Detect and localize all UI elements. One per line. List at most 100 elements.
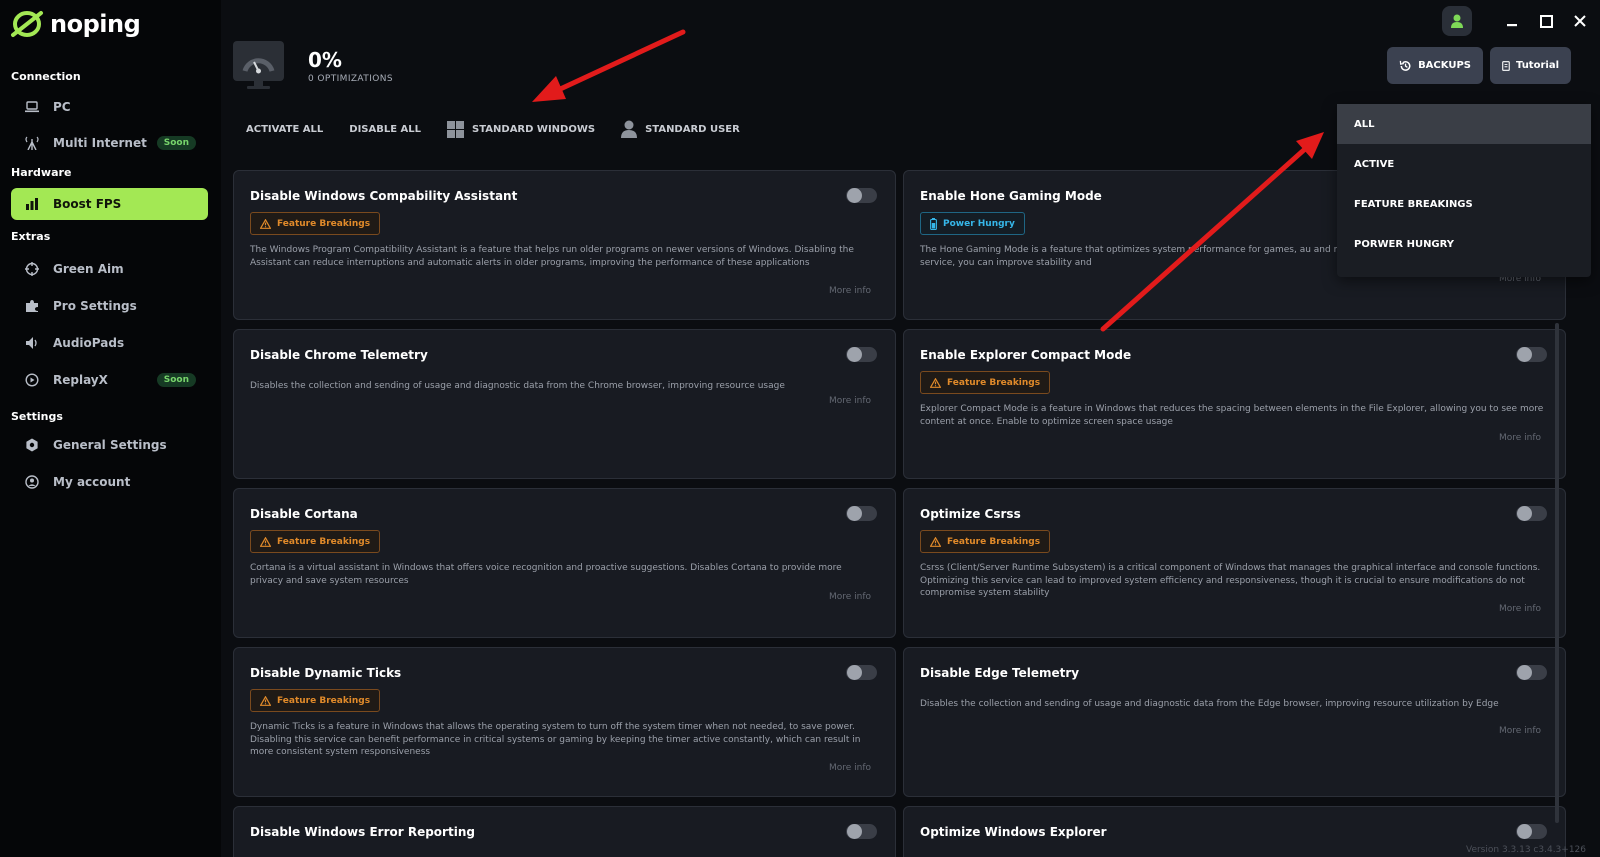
close-button[interactable] <box>1566 7 1594 35</box>
tutorial-label: Tutorial <box>1515 60 1559 71</box>
sidebar-item-pc[interactable]: PC <box>11 91 208 123</box>
dropdown-option-all[interactable]: ALL <box>1337 104 1591 144</box>
tweak-card: Disable Windows Error Reporting <box>233 806 896 857</box>
card-title: Disable Cortana <box>250 507 358 521</box>
badge-label: Feature Breakings <box>947 536 1041 547</box>
maximize-button[interactable] <box>1532 7 1560 35</box>
badge-label: Feature Breakings <box>277 695 371 706</box>
dropdown-option-feature-breakings[interactable]: FEATURE BREAKINGS <box>1337 184 1591 224</box>
card-title: Optimize Csrss <box>920 507 1021 521</box>
minimize-button[interactable] <box>1498 7 1526 35</box>
tweak-toggle[interactable] <box>846 824 877 839</box>
card-title: Enable Explorer Compact Mode <box>920 348 1132 362</box>
tweak-card: Disable Cortana Feature Breakings Cortan… <box>233 488 896 638</box>
gear-icon <box>25 438 39 452</box>
document-icon <box>1502 60 1510 71</box>
activate-all-button[interactable]: ACTIVATE ALL <box>246 124 323 135</box>
tweak-toggle[interactable] <box>1516 824 1547 839</box>
windows-icon <box>447 120 465 138</box>
more-info-link[interactable]: More info <box>1499 726 1541 736</box>
tutorial-button[interactable]: Tutorial <box>1490 47 1571 84</box>
card-description: The Windows Program Compatibility Assist… <box>250 245 854 268</box>
sidebar-item-label: ReplayX <box>53 373 108 387</box>
sidebar-item-audiopads[interactable]: AudioPads <box>11 327 208 359</box>
disable-all-button[interactable]: DISABLE ALL <box>349 124 421 135</box>
tweak-toggle[interactable] <box>1516 665 1547 680</box>
standard-user-button[interactable]: STANDARD USER <box>621 120 740 138</box>
sidebar-item-my-account[interactable]: My account <box>11 466 208 498</box>
sidebar-item-general-settings[interactable]: General Settings <box>11 429 208 461</box>
toggle-knob <box>847 506 862 521</box>
scrollbar[interactable] <box>1555 323 1559 823</box>
sidebar-item-replayx[interactable]: ReplayX Soon <box>11 364 208 396</box>
card-title: Disable Chrome Telemetry <box>250 348 428 362</box>
power-hungry-badge: Power Hungry <box>920 212 1025 235</box>
card-title: Disable Windows Error Reporting <box>250 825 475 839</box>
more-info-link[interactable]: More info <box>829 592 871 602</box>
sidebar-item-multi-internet[interactable]: Multi Internet Soon <box>11 127 208 159</box>
sidebar-item-label: Pro Settings <box>53 299 137 313</box>
tweak-card: Disable Dynamic Ticks Feature Breakings … <box>233 647 896 797</box>
card-description: Explorer Compact Mode is a feature in Wi… <box>920 404 1544 427</box>
card-title: Optimize Windows Explorer <box>920 825 1107 839</box>
tweak-card: Enable Explorer Compact Mode Feature Bre… <box>903 329 1566 479</box>
sidebar-item-boost-fps[interactable]: Boost FPS <box>11 188 208 220</box>
section-hardware: Hardware <box>11 166 72 179</box>
tweak-toggle[interactable] <box>846 665 877 680</box>
toggle-knob <box>847 188 862 203</box>
tweak-toggle[interactable] <box>1516 506 1547 521</box>
user-icon <box>621 120 638 138</box>
version-label: Version 3.3.13 c3.4.3+126 <box>1465 845 1586 855</box>
card-title: Disable Windows Compability Assistant <box>250 189 518 203</box>
dropdown-option-active[interactable]: ACTIVE <box>1337 144 1591 184</box>
toggle-knob <box>1517 824 1532 839</box>
sidebar-item-label: My account <box>53 475 131 489</box>
tweak-card: Disable Windows Compability Assistant Fe… <box>233 170 896 320</box>
card-description: Disables the collection and sending of u… <box>920 699 1499 709</box>
tweak-toggle[interactable] <box>846 188 877 203</box>
antenna-icon <box>25 136 39 150</box>
warning-icon <box>260 536 271 547</box>
laptop-icon <box>25 100 39 114</box>
sidebar-item-label: General Settings <box>53 438 167 452</box>
section-connection: Connection <box>11 70 81 83</box>
toggle-knob <box>1517 665 1532 680</box>
card-description: Cortana is a virtual assistant in Window… <box>250 563 842 586</box>
dropdown-option-power-hungry[interactable]: PORWER HUNGRY <box>1337 224 1591 264</box>
account-avatar[interactable] <box>1442 6 1472 36</box>
standard-windows-button[interactable]: STANDARD WINDOWS <box>447 120 595 138</box>
user-icon <box>1451 14 1463 28</box>
more-info-link[interactable]: More info <box>829 286 871 296</box>
battery-icon <box>930 217 937 230</box>
feature-breakings-badge: Feature Breakings <box>250 212 381 235</box>
monitor-gauge-icon <box>233 41 284 89</box>
logo: noping <box>10 8 141 40</box>
app-window: noping Connection PC Multi Internet Soon… <box>0 0 1600 857</box>
optimization-count: 0 OPTIMIZATIONS <box>308 74 393 84</box>
activate-all-label: ACTIVATE ALL <box>246 123 324 135</box>
optimization-percent: 0% <box>308 48 342 72</box>
sidebar-item-pro-settings[interactable]: Pro Settings <box>11 290 208 322</box>
toggle-knob <box>847 665 862 680</box>
more-info-link[interactable]: More info <box>1499 433 1541 443</box>
feature-breakings-badge: Feature Breakings <box>250 689 381 712</box>
more-info-link[interactable]: More info <box>1499 604 1541 614</box>
history-icon <box>1399 60 1411 71</box>
warning-icon <box>260 695 271 706</box>
toggle-knob <box>847 824 862 839</box>
speaker-icon <box>25 336 39 350</box>
more-info-link[interactable]: More info <box>829 763 871 773</box>
tweak-toggle[interactable] <box>846 347 877 362</box>
sidebar-item-label: Multi Internet <box>53 136 147 150</box>
more-info-link[interactable]: More info <box>829 396 871 406</box>
tweak-card: Optimize Csrss Feature Breakings Csrss (… <box>903 488 1566 638</box>
card-title: Disable Edge Telemetry <box>920 666 1080 680</box>
tweak-toggle[interactable] <box>846 506 877 521</box>
soon-badge: Soon <box>156 136 196 150</box>
backups-label: BACKUPS <box>1418 60 1471 71</box>
disable-all-label: DISABLE ALL <box>349 123 422 135</box>
backups-button[interactable]: BACKUPS <box>1387 47 1483 84</box>
sidebar-item-green-aim[interactable]: Green Aim <box>11 253 208 285</box>
filter-bar: ACTIVATE ALL DISABLE ALL STANDARD WINDOW… <box>246 120 766 138</box>
tweak-toggle[interactable] <box>1516 347 1547 362</box>
